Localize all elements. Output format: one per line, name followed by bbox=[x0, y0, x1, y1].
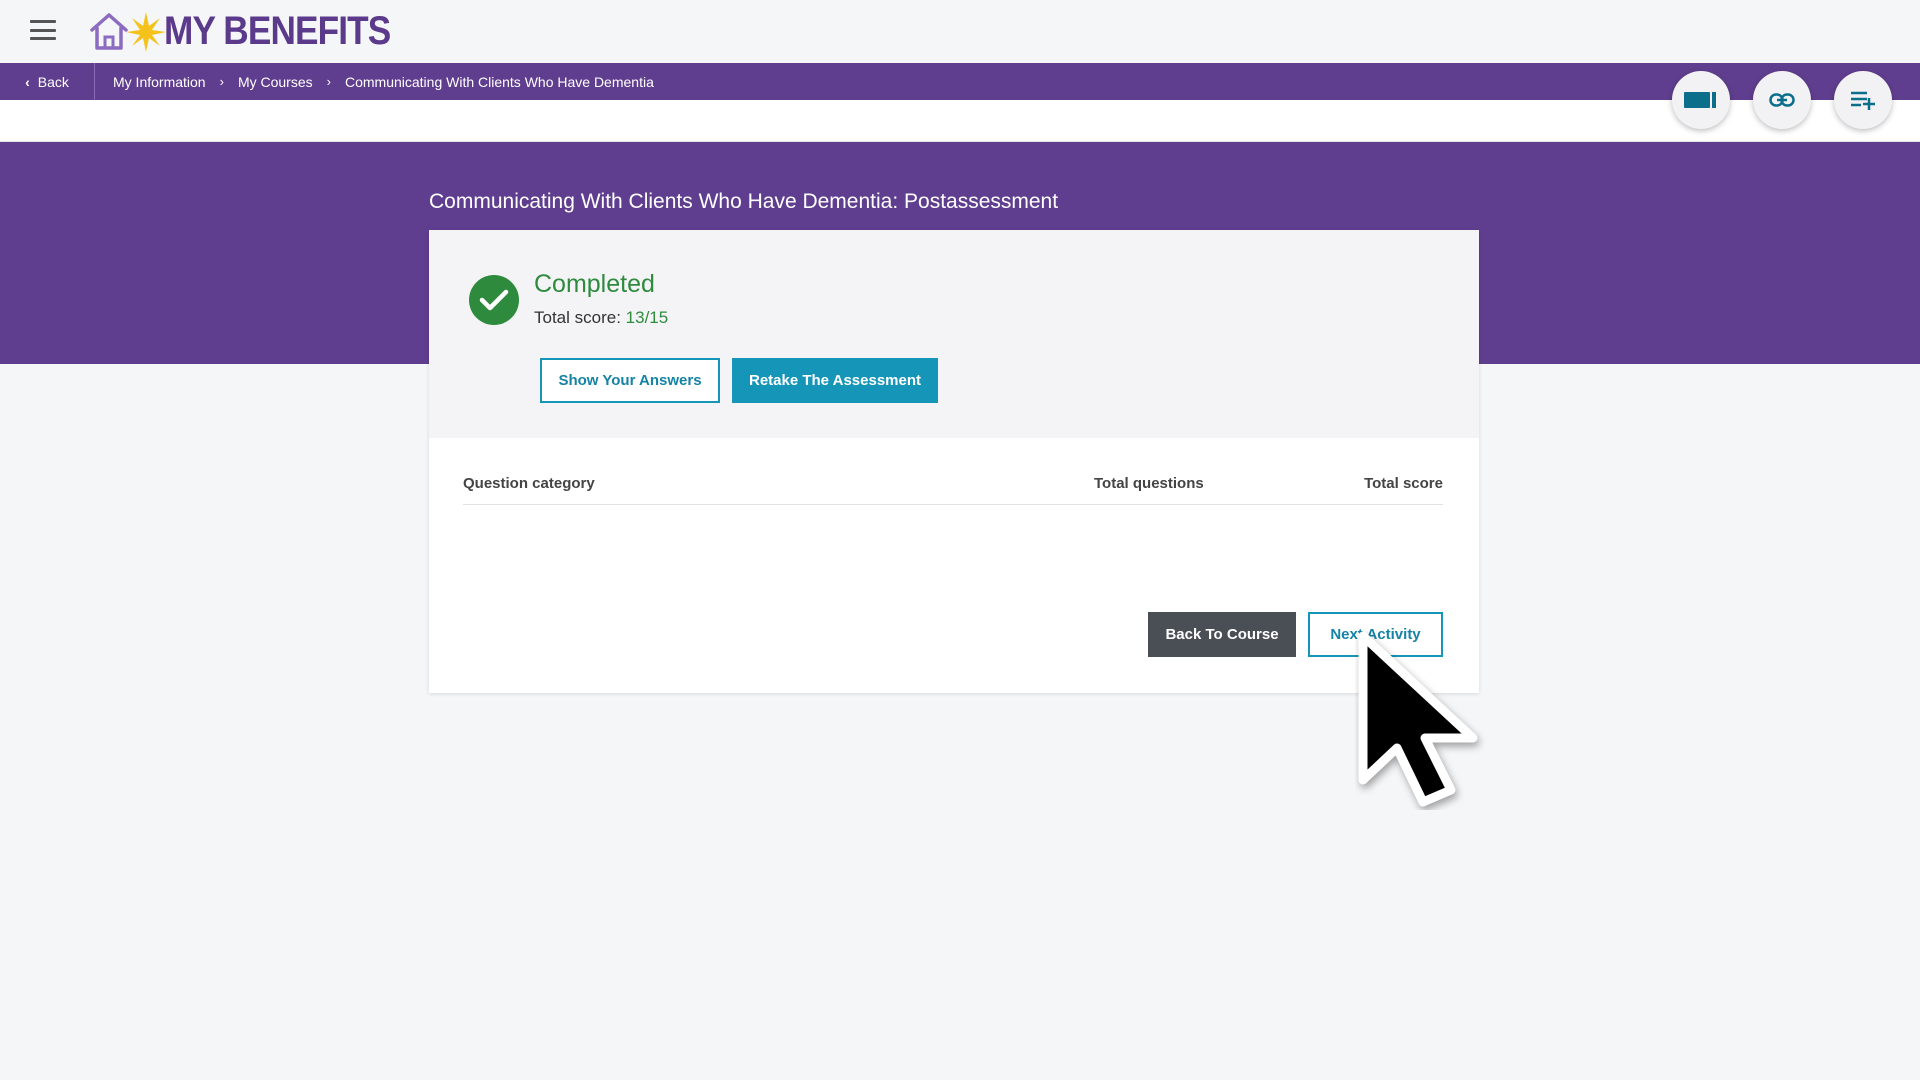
hamburger-icon[interactable] bbox=[30, 20, 56, 40]
video-button[interactable] bbox=[1672, 71, 1730, 129]
logo-text: MY BENEFITS bbox=[164, 8, 391, 53]
chevron-right-icon: › bbox=[219, 74, 224, 89]
chevron-left-icon: ‹ bbox=[25, 73, 30, 90]
link-button[interactable] bbox=[1753, 71, 1811, 129]
back-link[interactable]: ‹ Back bbox=[0, 63, 95, 100]
score-value: 13/15 bbox=[625, 308, 669, 327]
total-score: Total score: 13/15 bbox=[534, 308, 668, 328]
link-icon bbox=[1769, 93, 1795, 107]
sub-bar bbox=[0, 100, 1920, 142]
back-label: Back bbox=[37, 73, 69, 90]
back-to-course-button[interactable]: Back To Course bbox=[1148, 612, 1296, 657]
breadcrumb-bar: ‹ Back My Information › My Courses › Com… bbox=[0, 63, 1920, 100]
playlist-add-icon bbox=[1851, 91, 1875, 110]
show-answers-button[interactable]: Show Your Answers bbox=[540, 358, 720, 403]
column-total-score: Total score bbox=[1364, 475, 1443, 492]
breadcrumb: My Information › My Courses › Communicat… bbox=[95, 74, 654, 90]
breadcrumb-my-courses[interactable]: My Courses bbox=[238, 74, 313, 90]
top-header: MY BENEFITS bbox=[0, 0, 1920, 63]
completion-status: Completed bbox=[534, 270, 655, 298]
app-logo[interactable]: MY BENEFITS bbox=[88, 6, 421, 56]
result-summary bbox=[429, 230, 1479, 438]
chevron-right-icon: › bbox=[326, 74, 331, 89]
check-circle-icon bbox=[469, 275, 519, 325]
column-question-category: Question category bbox=[463, 475, 595, 492]
playlist-add-button[interactable] bbox=[1834, 71, 1892, 129]
results-table-header: Question category Total questions Total … bbox=[463, 475, 1443, 505]
house-sun-icon bbox=[90, 12, 166, 52]
score-label: Total score: bbox=[534, 308, 621, 327]
breadcrumb-my-information[interactable]: My Information bbox=[113, 74, 206, 90]
next-activity-button[interactable]: Next Activity bbox=[1308, 612, 1443, 657]
result-card: Completed Total score: 13/15 Show Your A… bbox=[429, 230, 1479, 693]
page-title: Communicating With Clients Who Have Deme… bbox=[429, 190, 1059, 213]
breadcrumb-current-course[interactable]: Communicating With Clients Who Have Deme… bbox=[345, 74, 654, 90]
column-total-questions: Total questions bbox=[1094, 475, 1204, 492]
retake-assessment-button[interactable]: Retake The Assessment bbox=[732, 358, 938, 403]
video-icon bbox=[1684, 92, 1716, 108]
